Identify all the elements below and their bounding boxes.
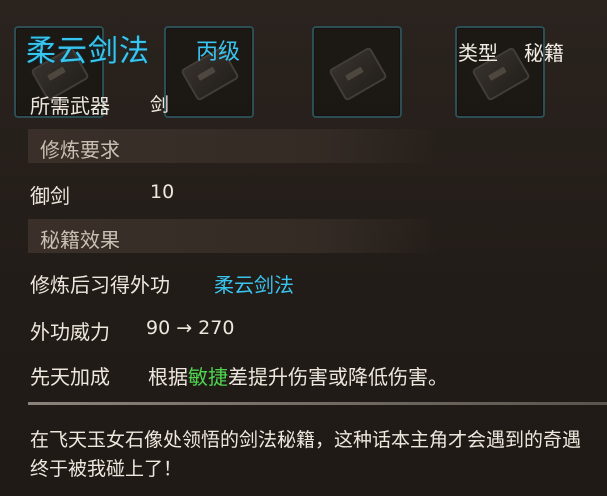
item-title: 柔云剑法 [26, 34, 150, 69]
item-type-value: 秘籍 [524, 41, 564, 65]
innate-prefix: 根据 [148, 365, 188, 389]
agility-highlight: 敏捷 [188, 365, 228, 389]
requirement-skill-label: 御剑 [30, 184, 70, 208]
power-label: 外功威力 [30, 320, 110, 344]
innate-bonus-label: 先天加成 [30, 365, 110, 389]
power-value: 90 → 270 [146, 317, 235, 339]
item-type-label: 类型 [458, 41, 498, 65]
requirements-section-header: 修炼要求 [28, 129, 438, 163]
item-description: 在飞天玉女石像处领悟的剑法秘籍，这种话本主角才会遇到的奇遇终于被我碰上了！ [30, 429, 582, 480]
requirement-skill-value: 10 [150, 181, 175, 203]
weapon-label: 所需武器 [30, 94, 110, 118]
inventory-slot [312, 26, 402, 118]
innate-bonus-text: 根据敏捷差提升伤害或降低伤害。 [148, 361, 448, 390]
effects-header-label: 秘籍效果 [40, 228, 120, 252]
innate-suffix: 差提升伤害或降低伤害。 [228, 365, 448, 389]
requirements-header-label: 修炼要求 [40, 138, 120, 162]
learn-skill-label: 修炼后习得外功 [30, 273, 170, 297]
weapon-value: 剑 [150, 94, 170, 116]
effects-section-header: 秘籍效果 [28, 219, 438, 253]
learned-skill-link[interactable]: 柔云剑法 [214, 269, 294, 298]
scroll-book-icon [328, 46, 388, 102]
item-tooltip-panel: 柔云剑法 丙级 类型 秘籍 所需武器 剑 修炼要求 御剑 10 秘籍效果 修炼后… [0, 0, 607, 496]
item-grade: 丙级 [196, 40, 241, 65]
divider [28, 402, 607, 405]
